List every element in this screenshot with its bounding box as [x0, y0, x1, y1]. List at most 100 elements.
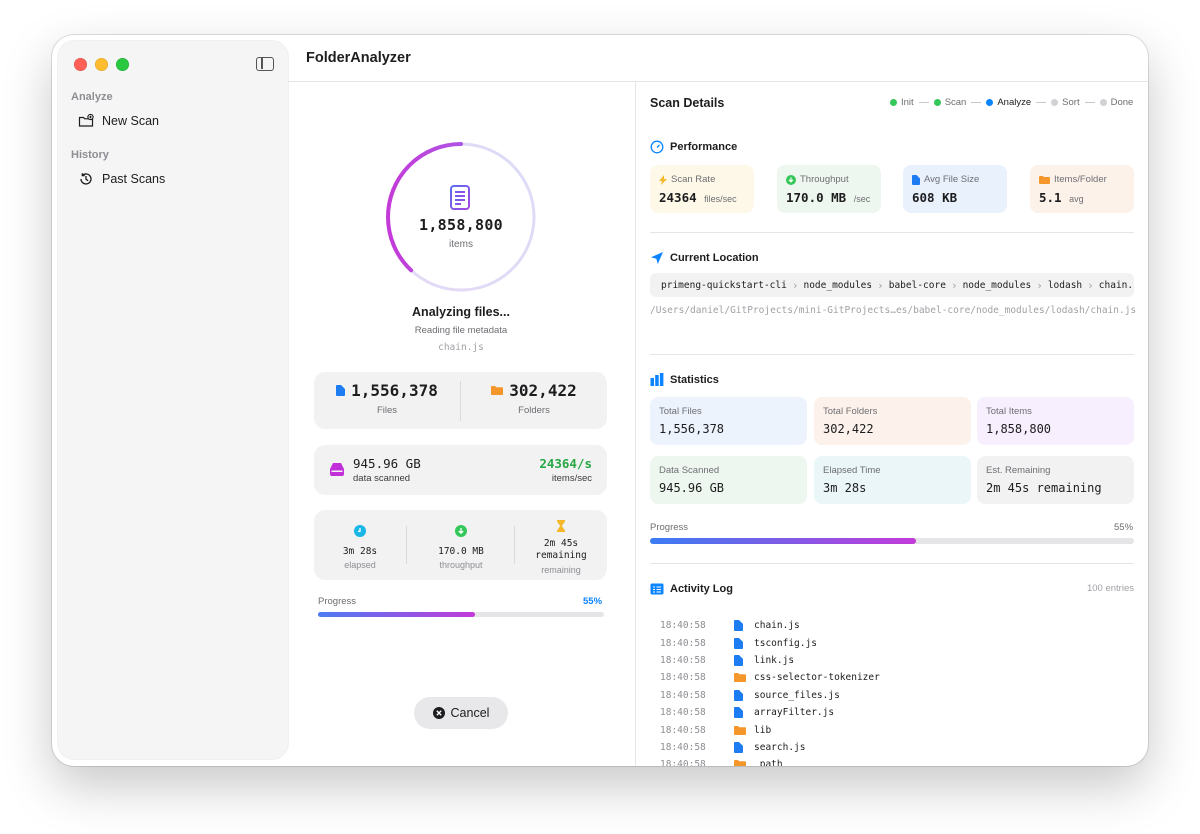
document-icon	[450, 185, 470, 210]
chevron-right-icon: ›	[1036, 278, 1043, 292]
breadcrumb-item[interactable]: node_modules	[803, 280, 872, 291]
folder-icon	[1039, 175, 1050, 184]
stat-card: Elapsed Time 3m 28s	[814, 456, 971, 504]
section-divider	[650, 354, 1134, 355]
file-icon	[734, 620, 754, 632]
sidebar-item-new-scan[interactable]: New Scan	[78, 113, 159, 129]
sidebar-toggle-icon[interactable]	[256, 57, 274, 71]
current-file: chain.js	[438, 342, 484, 353]
phase-stepper: Init Scan Analyze Sort Done	[890, 97, 1133, 108]
elapsed-stat: 3m 28s elapsed	[314, 524, 406, 570]
timing-card: 3m 28s elapsed 170.0 MB throughput 2m 45…	[314, 510, 607, 580]
total-items-unit: items	[449, 239, 473, 250]
progress-bar	[318, 612, 604, 617]
cancel-button[interactable]: Cancel	[414, 697, 508, 729]
files-folders-card: 1,556,378 Files 302,422 Folders	[314, 372, 607, 429]
performance-heading: Performance	[650, 140, 737, 154]
log-time: 18:40:58	[660, 637, 706, 649]
toolbar-divider	[288, 81, 1148, 82]
doc-icon	[912, 174, 920, 185]
log-row: 18:40:58 arrayFilter.js	[660, 704, 1120, 721]
breadcrumb-item[interactable]: node_modules	[963, 280, 1032, 291]
log-row: 18:40:58 search.js	[660, 739, 1120, 756]
folder-badge-plus-icon	[78, 113, 94, 127]
download-circle-icon	[455, 525, 467, 537]
chevron-right-icon: ›	[950, 278, 958, 292]
log-name: chain.js	[754, 620, 800, 632]
drive-icon	[330, 463, 344, 476]
progress-percent: 55%	[583, 596, 603, 607]
minimize-window-button[interactable]	[95, 58, 108, 71]
throughput-value: 170.0 MB	[438, 546, 484, 557]
log-name: link.js	[754, 654, 795, 666]
folders-label: Folders	[518, 405, 550, 416]
file-icon	[734, 741, 754, 753]
throughput-label: throughput	[439, 560, 483, 570]
log-time: 18:40:58	[660, 741, 706, 753]
activity-log-list[interactable]: 18:40:58 chain.js 18:40:58 tsconfig.js 18:40…	[660, 617, 1120, 766]
files-value: 1,556,378	[351, 381, 438, 400]
data-scanned-value: 945.96 GB	[353, 456, 421, 471]
stat-value: 302,422	[823, 422, 874, 436]
log-time: 18:40:58	[660, 707, 706, 719]
bolt-icon	[659, 174, 667, 185]
stat-label: Total Folders	[823, 406, 878, 417]
log-time: 18:40:58	[660, 654, 706, 666]
perf-unit: avg	[1069, 194, 1084, 204]
files-stat: 1,556,378 Files	[314, 381, 460, 416]
perf-unit: /sec	[853, 194, 871, 204]
breadcrumb-item[interactable]: babel-core	[889, 280, 946, 291]
data-scanned-card: 945.96 GB data scanned 24364/s items/sec	[314, 445, 607, 495]
scan-details-title: Scan Details	[650, 96, 725, 110]
activity-log-heading: Activity Log	[650, 582, 733, 596]
file-icon	[734, 707, 754, 719]
sidebar-section-history: History	[71, 149, 109, 161]
breadcrumb-item[interactable]: lodash	[1048, 280, 1082, 291]
throughput-stat: 170.0 MB throughput	[407, 524, 515, 570]
chevron-right-icon: ›	[1087, 278, 1094, 292]
bar-chart-icon	[650, 373, 664, 386]
stat-value: 2m 45s remaining	[986, 481, 1102, 495]
progress-bar-fill	[318, 612, 476, 617]
stats-progress-percent: 55%	[1114, 522, 1134, 533]
scan-rate-value: 24364/s	[539, 456, 592, 471]
elapsed-value: 3m 28s	[342, 546, 378, 557]
stat-card: Total Folders 302,422	[814, 397, 971, 445]
chevron-right-icon: ›	[877, 278, 884, 292]
stat-card: Data Scanned 945.96 GB	[650, 456, 807, 504]
sidebar-section-analyze: Analyze	[71, 91, 113, 103]
sidebar-item-past-scans[interactable]: Past Scans	[78, 171, 165, 187]
stat-label: Total Items	[986, 406, 1032, 417]
hourglass-icon	[557, 520, 565, 532]
phase-step-sort: Sort	[1051, 97, 1080, 108]
scan-rate-label: items/sec	[551, 473, 592, 484]
zoom-window-button[interactable]	[116, 58, 129, 71]
phase-step-analyze: Analyze	[986, 97, 1031, 108]
stat-card: Est. Remaining 2m 45s remaining	[977, 456, 1134, 504]
progress-label: Progress	[318, 596, 357, 607]
remaining-value: 2m 45s remaining	[535, 538, 587, 561]
file-icon	[734, 637, 754, 649]
log-time: 18:40:58	[660, 724, 706, 736]
perf-value: 24364	[659, 190, 697, 205]
log-name: css-selector-tokenizer	[754, 672, 880, 684]
stat-label: Data Scanned	[659, 465, 720, 476]
app-window: Analyze New Scan History Past Scans Fold…	[52, 35, 1148, 766]
folders-value: 302,422	[509, 381, 577, 400]
breadcrumb-item[interactable]: primeng-quickstart-cli	[661, 280, 787, 291]
stat-value: 3m 28s	[823, 481, 867, 495]
stat-label: Est. Remaining	[986, 465, 1051, 476]
close-window-button[interactable]	[74, 58, 87, 71]
stats-progress-label: Progress	[650, 522, 689, 533]
pane-divider[interactable]	[635, 82, 636, 766]
section-divider	[650, 232, 1134, 233]
stats-progress-bar-fill	[650, 538, 917, 544]
files-label: Files	[376, 405, 398, 416]
perf-value: 608 KB	[912, 190, 958, 205]
phase-step-scan: Scan	[933, 97, 966, 108]
breadcrumb-item[interactable]: chain.js	[1099, 280, 1134, 291]
location-arrow-icon	[651, 252, 663, 264]
log-row: 18:40:58 _path	[660, 756, 1120, 766]
log-row: 18:40:58 source_files.js	[660, 687, 1120, 704]
gauge-icon	[650, 140, 664, 154]
